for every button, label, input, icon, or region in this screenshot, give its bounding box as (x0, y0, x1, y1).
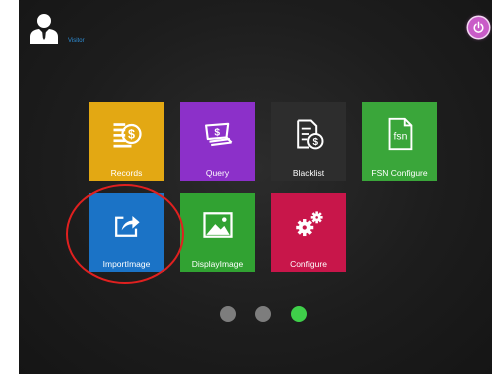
svg-text:$: $ (127, 128, 134, 142)
tile-query-label: Query (205, 168, 230, 178)
main-screen: Visitor $ Records $ Query $ Blacklist fs… (19, 0, 492, 374)
gears-icon (271, 201, 346, 249)
power-button[interactable] (468, 17, 489, 38)
tile-records[interactable]: $ Records (89, 102, 164, 181)
tile-configure[interactable]: Configure (271, 193, 346, 272)
display-picture-icon (180, 201, 255, 249)
pager-dot-2[interactable] (255, 306, 271, 322)
tile-fsn-configure[interactable]: fsn FSN Configure (362, 102, 437, 181)
tile-fsn-configure-label: FSN Configure (371, 168, 428, 178)
svg-text:$: $ (312, 137, 318, 148)
records-coin-icon: $ (89, 110, 164, 158)
pager-dot-1[interactable] (220, 306, 236, 322)
import-share-icon (89, 201, 164, 249)
blacklist-document-icon: $ (271, 110, 346, 158)
fsn-file-icon: fsn (362, 110, 437, 158)
tile-display-image[interactable]: DisplayImage (180, 193, 255, 272)
pager-dot-3-active[interactable] (291, 306, 307, 322)
tile-blacklist-label: Blacklist (292, 168, 325, 178)
tile-configure-label: Configure (290, 259, 327, 269)
user-label: Visitor (68, 38, 85, 44)
tile-display-image-label: DisplayImage (191, 259, 244, 269)
query-money-icon: $ (180, 110, 255, 158)
tile-import-image[interactable]: ImportImage (89, 193, 164, 272)
user-avatar-icon[interactable] (27, 12, 61, 44)
tile-blacklist[interactable]: $ Blacklist (271, 102, 346, 181)
tile-import-image-label: ImportImage (102, 259, 151, 269)
fsn-icon-text: fsn (393, 132, 407, 143)
tile-query[interactable]: $ Query (180, 102, 255, 181)
tile-records-label: Records (110, 168, 143, 178)
power-icon (473, 21, 484, 33)
svg-text:$: $ (214, 128, 220, 139)
